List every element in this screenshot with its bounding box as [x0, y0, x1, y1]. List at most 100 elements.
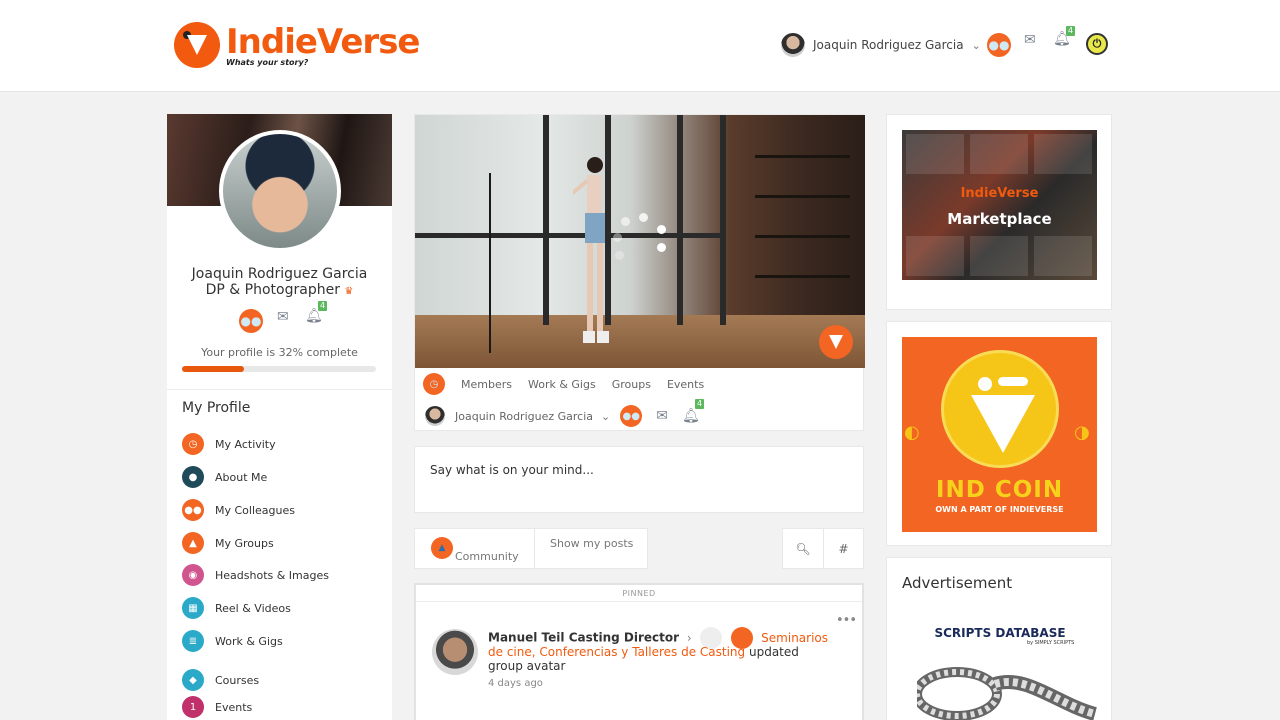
profile-menu-item[interactable]: ● About Me — [182, 465, 267, 489]
tab-community-label: Community — [455, 550, 519, 563]
post-composer[interactable]: Say what is on your mind... — [414, 446, 864, 513]
post-action: updated — [748, 645, 799, 659]
tab-community[interactable]: ▲ Community — [415, 529, 535, 568]
tab-show-my-posts[interactable]: Show my posts — [535, 529, 647, 568]
notification-badge: 4 — [318, 301, 328, 311]
profile-role: DP & Photographer ♛ — [167, 282, 392, 298]
power-icon[interactable]: ⏻ — [1086, 33, 1108, 55]
hero-user-bar: Joaquin Rodriguez Garcia ⌄ ●● ✉ 🔔︎ — [425, 405, 700, 427]
profile-role-text: DP & Photographer — [205, 282, 340, 298]
post-author[interactable]: Manuel Teil Casting Director — [488, 631, 679, 645]
profile-avatar[interactable] — [219, 130, 341, 252]
bell-icon[interactable]: 🔔︎ — [682, 408, 700, 424]
notification-badge: 4 — [1066, 26, 1076, 36]
work-icon: ≣ — [182, 630, 204, 652]
hero-card: ◷ Members Work & Gigs Groups Events Joaq… — [414, 114, 865, 431]
brand-badge-icon — [819, 325, 853, 359]
avatar — [781, 33, 805, 57]
mail-icon[interactable]: ✉ — [656, 408, 668, 424]
divider — [167, 389, 392, 390]
profile-menu-item[interactable]: ≣ Work & Gigs — [182, 629, 283, 653]
author-avatar[interactable] — [432, 629, 478, 675]
chevron-down-icon[interactable]: ⌄ — [601, 410, 610, 423]
profile-menu-item[interactable]: ◷ My Activity — [182, 432, 276, 456]
chevron-down-icon: ⌄ — [971, 38, 981, 52]
profile-progress-text: Your profile is 32% complete — [201, 346, 358, 359]
community-icon: ▲ — [431, 537, 453, 559]
post-body-line: de cine, Conferencias y Talleres de Cast… — [488, 645, 799, 659]
nav-groups[interactable]: Groups — [612, 378, 651, 391]
marketplace-banner[interactable]: IndieVerse Marketplace — [902, 130, 1097, 280]
activity-icon: ◷ — [182, 433, 204, 455]
group-link[interactable]: Seminarios — [761, 631, 828, 645]
ind-coin-banner[interactable]: ◐ ◑ IND COIN OWN A PART OF INDIEVERSE — [902, 337, 1097, 532]
profile-menu-item[interactable]: ●● My Colleagues — [182, 498, 295, 522]
film-icon: ▦ — [182, 597, 204, 619]
chevron-right-icon: › — [686, 630, 692, 645]
profile-menu-label: Courses — [215, 673, 260, 687]
profile-menu-label: Events — [215, 700, 253, 714]
hero-image — [415, 115, 865, 368]
composer-placeholder[interactable]: Say what is on your mind... — [430, 463, 594, 477]
section-title: My Profile — [182, 400, 251, 416]
profile-menu-label: My Activity — [215, 437, 276, 451]
nav-members[interactable]: Members — [461, 378, 512, 391]
coin-subtitle: OWN A PART OF INDIEVERSE — [935, 505, 1064, 514]
progress-fill — [182, 366, 245, 372]
user-name[interactable]: Joaquin Rodriguez Garcia — [455, 410, 593, 423]
profile-menu-label: Work & Gigs — [215, 634, 283, 648]
user-menu[interactable]: Joaquin Rodriguez Garcia ⌄ — [781, 33, 981, 57]
advertisement-card: Advertisement SCRIPTS DATABASE by SIMPLY… — [886, 557, 1112, 720]
feed-tabs: ▲ Community Show my posts — [414, 528, 648, 569]
ad-brand-sub: by SIMPLY SCRIPTS — [1027, 640, 1075, 646]
activity-icon[interactable]: ◷ — [423, 373, 445, 395]
profile-menu-label: Headshots & Images — [215, 568, 329, 582]
feed-tools: 🔍︎ # — [782, 528, 864, 569]
profile-quick-icons: ●● ✉ 🔔︎ 4 — [239, 301, 329, 333]
nav-work-gigs[interactable]: Work & Gigs — [528, 378, 596, 391]
ind-coin-card[interactable]: ◐ ◑ IND COIN OWN A PART OF INDIEVERSE — [886, 321, 1112, 546]
ad-brand[interactable]: SCRIPTS DATABASE — [887, 626, 1113, 640]
profile-menu-item[interactable]: ◆ Courses — [182, 668, 259, 692]
colleagues-icon: ●● — [182, 499, 204, 521]
film-reel-icon — [917, 667, 1097, 720]
user-name: Joaquin Rodriguez Garcia — [813, 38, 964, 52]
mail-icon[interactable]: ✉ — [277, 309, 289, 325]
search-icon[interactable]: 🔍︎ — [783, 529, 823, 568]
profile-name[interactable]: Joaquin Rodriguez Garcia — [167, 266, 392, 282]
coin-title: IND COIN — [935, 477, 1064, 503]
pinned-post: PINNED ••• Manuel Teil Casting Director … — [414, 583, 864, 720]
marketplace-title: Marketplace — [947, 210, 1052, 228]
colleagues-icon[interactable]: ●● — [987, 33, 1011, 57]
group-link-cont[interactable]: de cine, Conferencias y Talleres de Cast… — [488, 645, 745, 659]
avatar — [425, 406, 445, 426]
calendar-icon: 1 — [182, 696, 204, 718]
marketplace-card[interactable]: IndieVerse Marketplace — [886, 114, 1112, 310]
about-me-icon: ● — [182, 466, 204, 488]
groups-icon: ▲ — [182, 532, 204, 554]
profile-menu-item[interactable]: ▲ My Groups — [182, 531, 274, 555]
top-bar: IndieVerse Whats your story? Joaquin Rod… — [0, 0, 1280, 92]
profile-menu-label: My Colleagues — [215, 503, 295, 517]
coin-icon: ◐ — [904, 422, 920, 443]
nav-events[interactable]: Events — [667, 378, 704, 391]
coin-icon: ◑ — [1074, 422, 1090, 443]
person-figure — [573, 157, 609, 343]
profile-menu-item[interactable]: ◉ Headshots & Images — [182, 563, 329, 587]
colleagues-icon[interactable]: ●● — [620, 405, 643, 427]
pinned-label: PINNED — [622, 589, 656, 598]
site-logo[interactable]: IndieVerse Whats your story? — [174, 22, 420, 68]
profile-menu-label: About Me — [215, 470, 268, 484]
tab-show-my-posts-label: Show my posts — [550, 537, 634, 550]
coin-logo-icon — [941, 350, 1059, 468]
post-timestamp: 4 days ago — [488, 678, 543, 689]
mail-icon[interactable]: ✉ — [1024, 32, 1036, 48]
post-action-line: group avatar — [488, 659, 566, 673]
profile-menu-item[interactable]: ▦ Reel & Videos — [182, 596, 291, 620]
hashtag-icon[interactable]: # — [822, 529, 863, 568]
colleagues-icon[interactable]: ●● — [239, 309, 263, 333]
crown-icon: ♛ — [344, 286, 354, 297]
profile-progress-bar — [182, 366, 376, 372]
more-options-icon[interactable]: ••• — [836, 613, 857, 628]
profile-menu-item[interactable]: 1 Events — [182, 695, 252, 719]
